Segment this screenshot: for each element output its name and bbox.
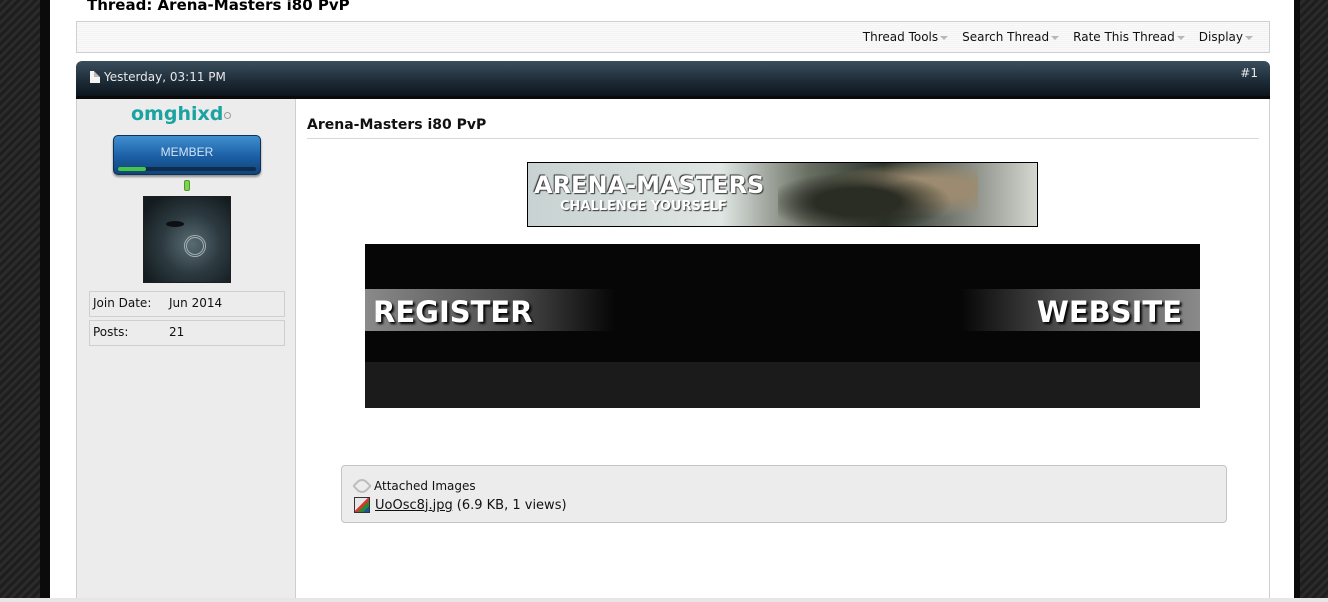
paperclip-icon <box>352 476 372 496</box>
post-date: Yesterday, 03:11 PM <box>90 70 226 84</box>
post-number-link[interactable]: #1 <box>1240 66 1258 80</box>
rank-progress-bar <box>118 167 256 171</box>
chevron-down-icon <box>1176 36 1185 40</box>
rank-badge: MEMBER <box>113 135 261 175</box>
attachment-meta: (6.9 KB, 1 views) <box>456 497 567 513</box>
thread-tools-label: Thread Tools <box>862 30 939 44</box>
attachment-link[interactable]: UoOsc8j.jpg <box>375 498 453 513</box>
reputation-icon <box>184 180 190 191</box>
search-thread-menu[interactable]: Search Thread <box>962 30 1060 44</box>
post-content: Arena-Masters i80 PvP ARENA-MASTERS CHAL… <box>297 99 1269 602</box>
user-info-panel: omghixd MEMBER Join Date: Jun 2014 Posts… <box>77 99 296 602</box>
rate-thread-label: Rate This Thread <box>1073 30 1175 44</box>
join-date-label: Join Date: <box>93 296 152 310</box>
avatar[interactable] <box>143 196 231 283</box>
chevron-down-icon <box>1245 36 1253 40</box>
thread-title: Thread: Arena-Masters i80 PvP <box>87 0 350 14</box>
username-link[interactable]: omghixd <box>131 103 223 125</box>
background-edge-right <box>1294 0 1300 602</box>
posts-row: Posts: 21 <box>89 320 285 346</box>
join-date-row: Join Date: Jun 2014 <box>89 291 285 317</box>
attachments-heading-text: Attached Images <box>374 479 476 493</box>
post-title: Arena-Masters i80 PvP <box>307 117 487 133</box>
document-icon <box>90 71 100 83</box>
page-container: Thread: Arena-Masters i80 PvP Thread Too… <box>50 0 1294 602</box>
display-menu[interactable]: Display <box>1199 30 1253 44</box>
banner-artwork <box>778 163 978 226</box>
offline-status-icon <box>224 112 231 119</box>
links-image: REGISTER WEBSITE <box>365 244 1200 408</box>
join-date-value: Jun 2014 <box>169 296 223 310</box>
post-body: omghixd MEMBER Join Date: Jun 2014 Posts… <box>76 99 1270 602</box>
thread-toolbar-menus: Thread Tools Search Thread Rate This Thr… <box>863 30 1253 44</box>
attachments-box: Attached Images UoOsc8j.jpg (6.9 KB, 1 v… <box>341 465 1227 523</box>
divider <box>307 138 1259 139</box>
posts-label: Posts: <box>93 325 129 339</box>
rank-label: MEMBER <box>160 145 214 159</box>
search-thread-label: Search Thread <box>962 30 1050 44</box>
background-pattern-right <box>1298 0 1328 602</box>
website-link-label: WEBSITE <box>1036 295 1182 329</box>
thread-tools-menu[interactable]: Thread Tools <box>862 30 949 44</box>
chevron-down-icon <box>940 36 949 40</box>
register-link-label: REGISTER <box>373 295 533 329</box>
bottom-scrollbar-edge <box>0 598 1328 602</box>
background-edge-left <box>40 0 50 602</box>
banner-title: ARENA-MASTERS <box>534 171 765 199</box>
rank-progress-fill <box>118 167 146 171</box>
display-label: Display <box>1198 30 1243 44</box>
rate-thread-menu[interactable]: Rate This Thread <box>1073 30 1185 44</box>
attachments-heading: Attached Images <box>352 476 476 496</box>
image-file-icon <box>354 497 370 513</box>
website-link[interactable]: WEBSITE <box>960 289 1200 331</box>
chevron-down-icon <box>1051 36 1060 40</box>
post-date-text: Yesterday, 03:11 PM <box>104 70 226 84</box>
avatar-detail <box>184 235 206 257</box>
avatar-detail <box>166 221 184 227</box>
post-header: Yesterday, 03:11 PM #1 <box>76 61 1270 99</box>
register-link[interactable]: REGISTER <box>365 289 615 331</box>
thread-toolbar: Thread Tools Search Thread Rate This Thr… <box>76 21 1270 53</box>
links-image-lower-band <box>365 362 1200 408</box>
attachment-item: UoOsc8j.jpg (6.9 KB, 1 views) <box>354 497 567 513</box>
banner-tagline: CHALLENGE YOURSELF <box>560 199 727 214</box>
arena-masters-banner-image: ARENA-MASTERS CHALLENGE YOURSELF <box>527 162 1038 227</box>
posts-value: 21 <box>169 325 185 339</box>
